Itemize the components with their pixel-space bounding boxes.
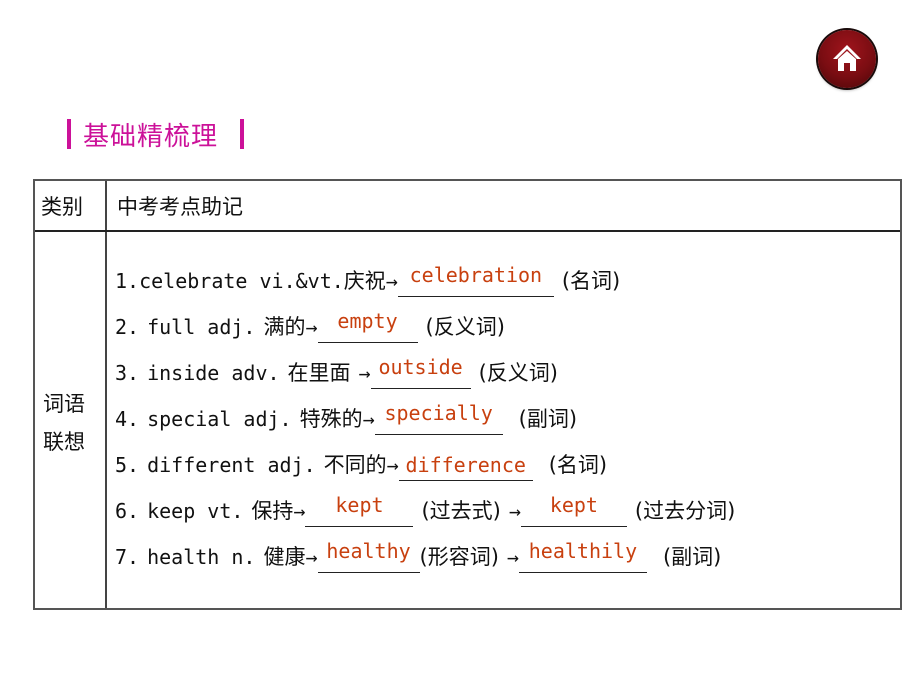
answer-blank[interactable]: kept xyxy=(520,493,627,527)
item-word: health n. xyxy=(147,545,256,569)
item-meaning: 不同的 xyxy=(323,453,387,477)
home-button[interactable] xyxy=(818,30,876,88)
arrow-icon: → xyxy=(386,453,399,477)
item-meaning: 满的 xyxy=(263,315,306,339)
section-heading: 基础精梳理 xyxy=(67,114,245,154)
item-number: 7. xyxy=(115,545,140,569)
list-item: 5. different adj. 不同的 → difference (名词) xyxy=(115,453,735,499)
header-divider xyxy=(35,230,900,232)
arrow-icon: → xyxy=(293,499,306,523)
item-meaning: 特殊的 xyxy=(299,407,363,431)
answer-blank[interactable]: celebration xyxy=(397,263,554,297)
item-word: inside adv. xyxy=(147,361,280,385)
arrow-icon: → xyxy=(508,499,521,523)
vocab-table: 类别 中考考点助记 词语 联想 1. celebrate vi.&vt. 庆祝 … xyxy=(33,179,902,610)
item-number: 5. xyxy=(115,453,140,477)
header-content: 中考考点助记 xyxy=(117,195,243,219)
answer-text: difference xyxy=(405,453,526,477)
item-word: full adj. xyxy=(147,315,256,339)
item-meaning: 健康 xyxy=(263,545,306,569)
item-number: 6. xyxy=(115,499,140,523)
list-item: 6. keep vt. 保持 → kept (过去式) → kept (过去分词… xyxy=(115,493,736,545)
item-word: keep vt. xyxy=(147,499,244,523)
item-number: 4. xyxy=(115,407,140,431)
answer-text: healthily xyxy=(528,539,638,563)
category-label-line2: 联想 xyxy=(43,430,85,454)
item-note: (过去式) xyxy=(421,499,501,523)
item-meaning: 保持 xyxy=(251,499,294,523)
item-note: (名词) xyxy=(548,453,608,477)
item-number: 1. xyxy=(115,269,140,293)
item-note: (反义词) xyxy=(478,361,558,385)
item-list: 1. celebrate vi.&vt. 庆祝 → celebration (名… xyxy=(115,263,736,591)
left-accent-bar xyxy=(67,119,71,149)
arrow-icon: → xyxy=(506,545,519,569)
column-divider xyxy=(105,181,107,608)
item-note: (过去分词) xyxy=(634,499,736,523)
answer-blank[interactable]: difference xyxy=(398,453,533,481)
answer-text: kept xyxy=(549,493,598,517)
answer-text: empty xyxy=(337,309,398,333)
answer-blank[interactable]: kept xyxy=(305,493,414,527)
item-note: (名词) xyxy=(561,269,621,293)
item-note: (反义词) xyxy=(425,315,505,339)
answer-text: specially xyxy=(384,401,493,425)
arrow-icon: → xyxy=(385,269,398,293)
answer-blank[interactable]: empty xyxy=(317,309,418,343)
answer-blank[interactable]: specially xyxy=(374,401,503,435)
item-word: special adj. xyxy=(147,407,292,431)
item-word: celebrate vi.&vt. xyxy=(139,269,344,293)
arrow-icon: → xyxy=(362,407,375,431)
item-meaning: 庆祝 xyxy=(343,269,386,293)
category-label: 词语 联想 xyxy=(43,385,99,461)
answer-text: celebration xyxy=(409,263,543,287)
item-number: 2. xyxy=(115,315,140,339)
item-word: different adj. xyxy=(147,453,316,477)
list-item: 7. health n. 健康 → healthy (形容词) → health… xyxy=(115,539,735,591)
item-meaning: 在里面 xyxy=(287,361,351,385)
answer-blank[interactable]: healthy xyxy=(317,539,420,573)
list-item: 1. celebrate vi.&vt. 庆祝 → celebration (名… xyxy=(115,263,735,315)
answer-text: outside xyxy=(378,355,463,379)
arrow-icon: → xyxy=(358,361,371,385)
item-note: (副词) xyxy=(662,545,722,569)
list-item: 4. special adj. 特殊的 → specially (副词) xyxy=(115,401,735,453)
item-note: (副词) xyxy=(518,407,578,431)
answer-text: kept xyxy=(335,493,384,517)
category-label-line1: 词语 xyxy=(43,392,85,416)
home-icon xyxy=(833,45,861,71)
item-note: (形容词) xyxy=(419,545,499,569)
header-category: 类别 xyxy=(41,195,83,219)
answer-text: healthy xyxy=(326,539,411,563)
right-accent-bar xyxy=(240,119,245,149)
item-number: 3. xyxy=(115,361,140,385)
arrow-icon: → xyxy=(305,545,318,569)
section-title: 基础精梳理 xyxy=(83,121,219,152)
answer-blank[interactable]: healthily xyxy=(518,539,647,573)
answer-blank[interactable]: outside xyxy=(370,355,471,389)
arrow-icon: → xyxy=(305,315,318,339)
